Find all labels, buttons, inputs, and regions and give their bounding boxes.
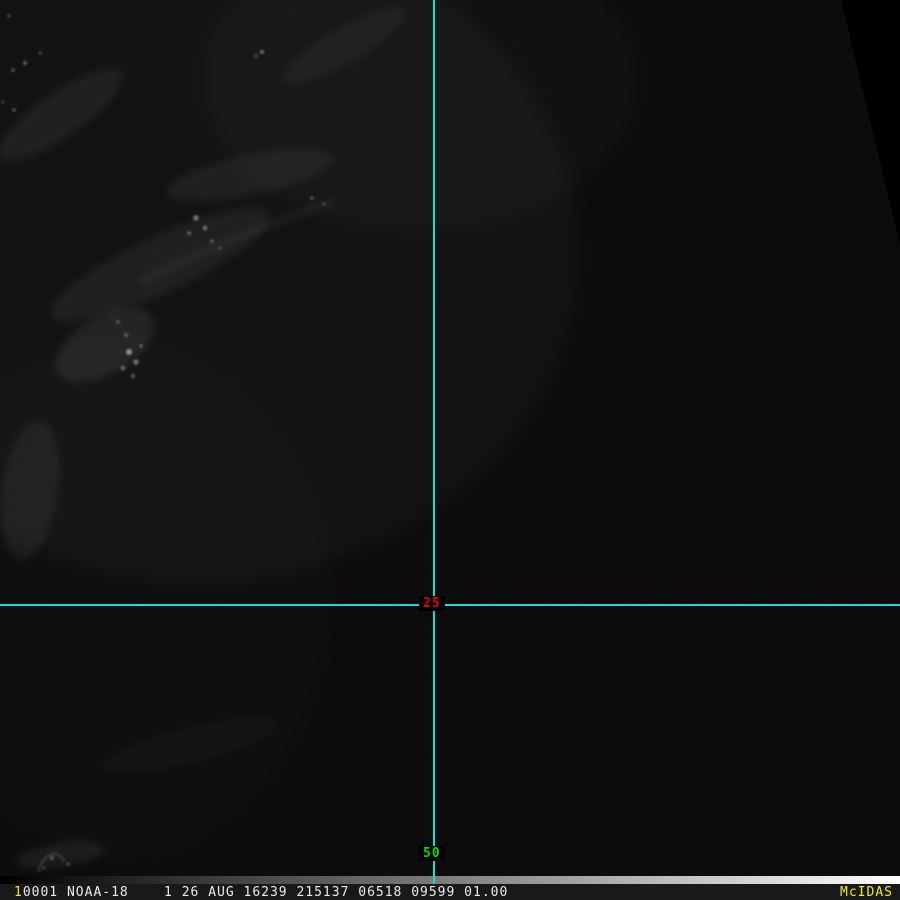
satellite-image-canvas[interactable]	[0, 0, 900, 876]
image-info-text: 0001 NOAA-18 1 26 AUG 16239 215137 06518…	[22, 884, 509, 900]
crosshair-horizontal-line	[0, 604, 900, 606]
vertical-line-value-label: 50	[419, 846, 445, 861]
crosshair-vertical-line	[433, 0, 435, 884]
mcidas-brand-label: McIDAS	[840, 884, 893, 900]
status-bar: 1 0001 NOAA-18 1 26 AUG 16239 215137 0651…	[0, 884, 900, 900]
grayscale-enhancement-bar	[0, 876, 900, 884]
crosshair-value-label: 25	[419, 596, 445, 611]
noise-layer	[0, 0, 900, 876]
frame-number: 1	[14, 884, 23, 900]
mcidas-viewer-window: 25 50 1 0001 NOAA-18 1 26 AUG 16239 21513…	[0, 0, 900, 900]
